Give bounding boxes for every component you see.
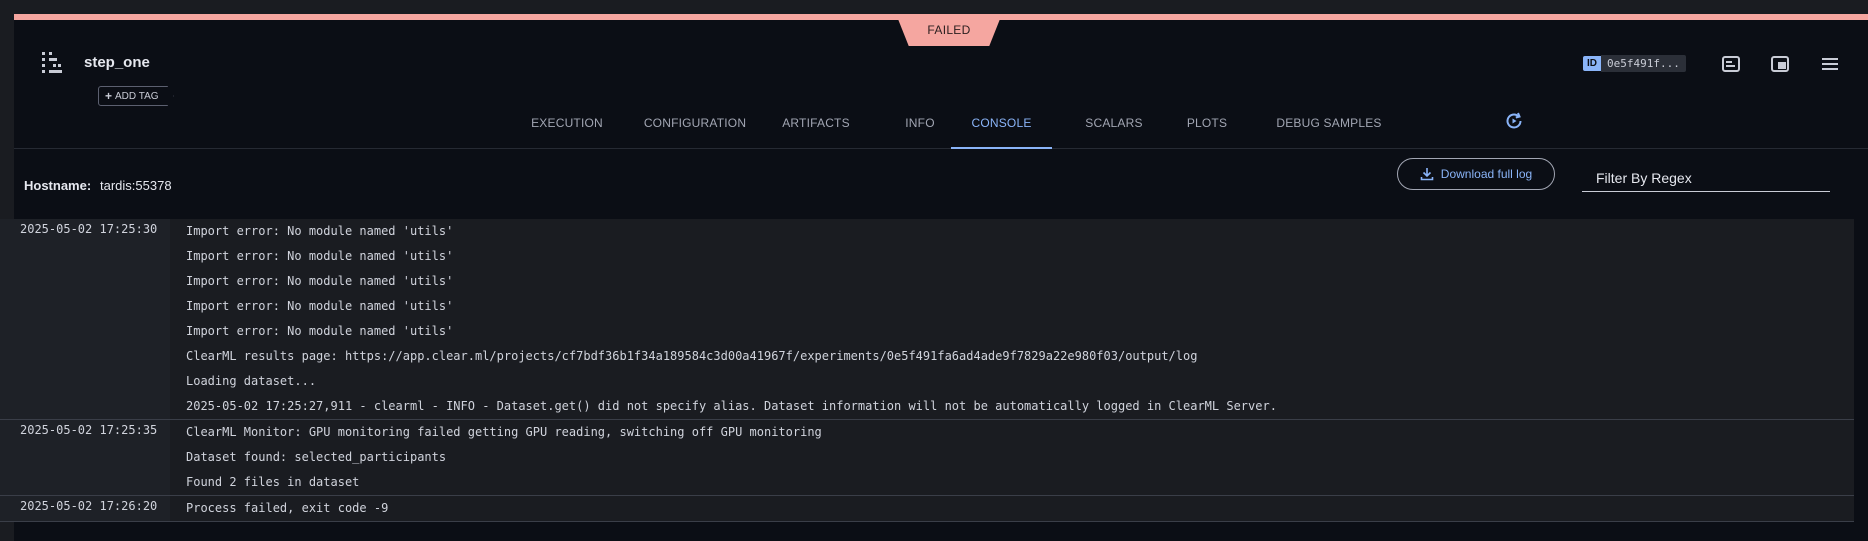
task-id-badge[interactable]: ID 0e5f491f... bbox=[1583, 54, 1686, 72]
split-view-icon bbox=[1771, 56, 1789, 72]
log-line: Process failed, exit code -9 bbox=[186, 501, 389, 515]
menu-icon bbox=[1822, 58, 1838, 70]
log-lines: ClearML Monitor: GPU monitoring failed g… bbox=[170, 420, 1854, 495]
tab-configuration[interactable]: CONFIGURATION bbox=[630, 98, 760, 148]
log-lines: Process failed, exit code -9 bbox=[170, 496, 1854, 521]
log-line: Import error: No module named 'utils' bbox=[186, 274, 454, 288]
tab-debug-samples[interactable]: DEBUG SAMPLES bbox=[1259, 98, 1399, 148]
info-panel-icon bbox=[1722, 56, 1740, 72]
filter-by-regex-field bbox=[1582, 164, 1830, 192]
tab-bar: EXECUTION CONFIGURATION ARTIFACTS INFO C… bbox=[14, 98, 1868, 149]
status-badge: FAILED bbox=[896, 14, 1002, 46]
hostname-label: Hostname: bbox=[24, 178, 92, 193]
tab-artifacts[interactable]: ARTIFACTS bbox=[774, 98, 858, 148]
console-log: 2025-05-02 17:25:30 Import error: No mod… bbox=[0, 219, 1854, 522]
log-line: ClearML Monitor: GPU monitoring failed g… bbox=[186, 425, 822, 439]
download-full-log-button[interactable]: Download full log bbox=[1397, 158, 1555, 190]
log-line: Loading dataset... bbox=[186, 374, 317, 388]
download-icon bbox=[1420, 168, 1434, 181]
download-full-log-label: Download full log bbox=[1440, 167, 1533, 181]
id-label: ID bbox=[1583, 55, 1601, 71]
log-timestamp: 2025-05-02 17:25:35 bbox=[0, 420, 170, 495]
log-timestamp: 2025-05-02 17:25:30 bbox=[0, 219, 170, 419]
log-line: Import error: No module named 'utils' bbox=[186, 224, 454, 238]
filter-by-regex-input[interactable] bbox=[1582, 164, 1830, 191]
log-group: 2025-05-02 17:25:30 Import error: No mod… bbox=[0, 219, 1854, 420]
log-line: ClearML results page: https://app.clear.… bbox=[186, 349, 1198, 363]
split-view-button[interactable] bbox=[1769, 53, 1791, 75]
log-lines: Import error: No module named 'utils' Im… bbox=[170, 219, 1854, 419]
tab-console[interactable]: CONSOLE bbox=[951, 98, 1052, 149]
info-panel-button[interactable] bbox=[1720, 53, 1742, 75]
pipeline-step-icon bbox=[42, 52, 62, 73]
log-group: 2025-05-02 17:25:35 ClearML Monitor: GPU… bbox=[0, 420, 1854, 496]
hostname-value: tardis:55378 bbox=[100, 178, 172, 193]
tab-scalars[interactable]: SCALARS bbox=[1070, 98, 1158, 148]
tab-info[interactable]: INFO bbox=[888, 98, 952, 148]
log-line: Import error: No module named 'utils' bbox=[186, 324, 454, 338]
auto-refresh-icon[interactable] bbox=[1504, 111, 1524, 131]
log-line: 2025-05-02 17:25:27,911 - clearml - INFO… bbox=[186, 399, 1277, 413]
log-line: Dataset found: selected_participants bbox=[186, 450, 447, 464]
id-value: 0e5f491f... bbox=[1601, 54, 1686, 72]
menu-button[interactable] bbox=[1819, 53, 1841, 75]
tab-plots[interactable]: PLOTS bbox=[1174, 98, 1240, 148]
top-strip bbox=[0, 0, 1868, 14]
log-timestamp: 2025-05-02 17:26:20 bbox=[0, 496, 170, 521]
tab-execution[interactable]: EXECUTION bbox=[519, 98, 615, 148]
log-line: Found 2 files in dataset bbox=[186, 475, 360, 489]
log-group: 2025-05-02 17:26:20 Process failed, exit… bbox=[0, 496, 1854, 522]
task-name: step_one bbox=[84, 54, 150, 71]
log-line: Import error: No module named 'utils' bbox=[186, 249, 454, 263]
log-line: Import error: No module named 'utils' bbox=[186, 299, 454, 313]
